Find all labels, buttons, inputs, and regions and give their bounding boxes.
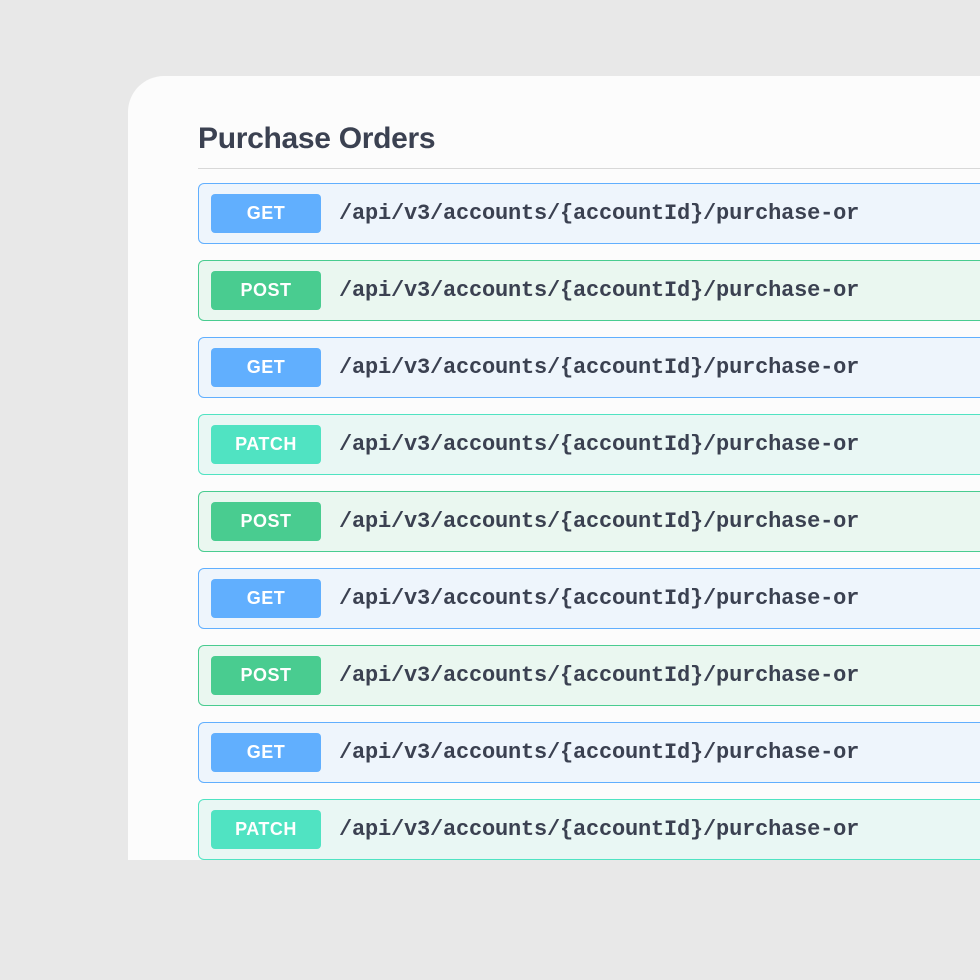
- method-badge: GET: [211, 194, 321, 233]
- endpoint-row[interactable]: GET/api/v3/accounts/{accountId}/purchase…: [198, 183, 980, 244]
- endpoint-row[interactable]: GET/api/v3/accounts/{accountId}/purchase…: [198, 568, 980, 629]
- endpoint-path: /api/v3/accounts/{accountId}/purchase-or: [339, 509, 859, 534]
- endpoint-row[interactable]: PATCH/api/v3/accounts/{accountId}/purcha…: [198, 414, 980, 475]
- endpoint-path: /api/v3/accounts/{accountId}/purchase-or: [339, 586, 859, 611]
- endpoint-path: /api/v3/accounts/{accountId}/purchase-or: [339, 432, 859, 457]
- method-badge: POST: [211, 271, 321, 310]
- endpoint-path: /api/v3/accounts/{accountId}/purchase-or: [339, 355, 859, 380]
- endpoint-path: /api/v3/accounts/{accountId}/purchase-or: [339, 201, 859, 226]
- endpoint-path: /api/v3/accounts/{accountId}/purchase-or: [339, 740, 859, 765]
- endpoint-path: /api/v3/accounts/{accountId}/purchase-or: [339, 817, 859, 842]
- endpoint-row[interactable]: GET/api/v3/accounts/{accountId}/purchase…: [198, 722, 980, 783]
- endpoint-path: /api/v3/accounts/{accountId}/purchase-or: [339, 663, 859, 688]
- method-badge: PATCH: [211, 425, 321, 464]
- api-docs-panel: Purchase Orders GET/api/v3/accounts/{acc…: [128, 76, 980, 860]
- method-badge: GET: [211, 348, 321, 387]
- section-title: Purchase Orders: [198, 122, 980, 156]
- method-badge: PATCH: [211, 810, 321, 849]
- endpoint-row[interactable]: POST/api/v3/accounts/{accountId}/purchas…: [198, 491, 980, 552]
- section-divider: [198, 168, 980, 169]
- method-badge: POST: [211, 502, 321, 541]
- method-badge: GET: [211, 733, 321, 772]
- method-badge: POST: [211, 656, 321, 695]
- method-badge: GET: [211, 579, 321, 618]
- endpoint-row[interactable]: GET/api/v3/accounts/{accountId}/purchase…: [198, 337, 980, 398]
- endpoint-row[interactable]: POST/api/v3/accounts/{accountId}/purchas…: [198, 260, 980, 321]
- endpoint-row[interactable]: PATCH/api/v3/accounts/{accountId}/purcha…: [198, 799, 980, 860]
- endpoint-row[interactable]: POST/api/v3/accounts/{accountId}/purchas…: [198, 645, 980, 706]
- endpoint-list: GET/api/v3/accounts/{accountId}/purchase…: [198, 183, 980, 860]
- endpoint-path: /api/v3/accounts/{accountId}/purchase-or: [339, 278, 859, 303]
